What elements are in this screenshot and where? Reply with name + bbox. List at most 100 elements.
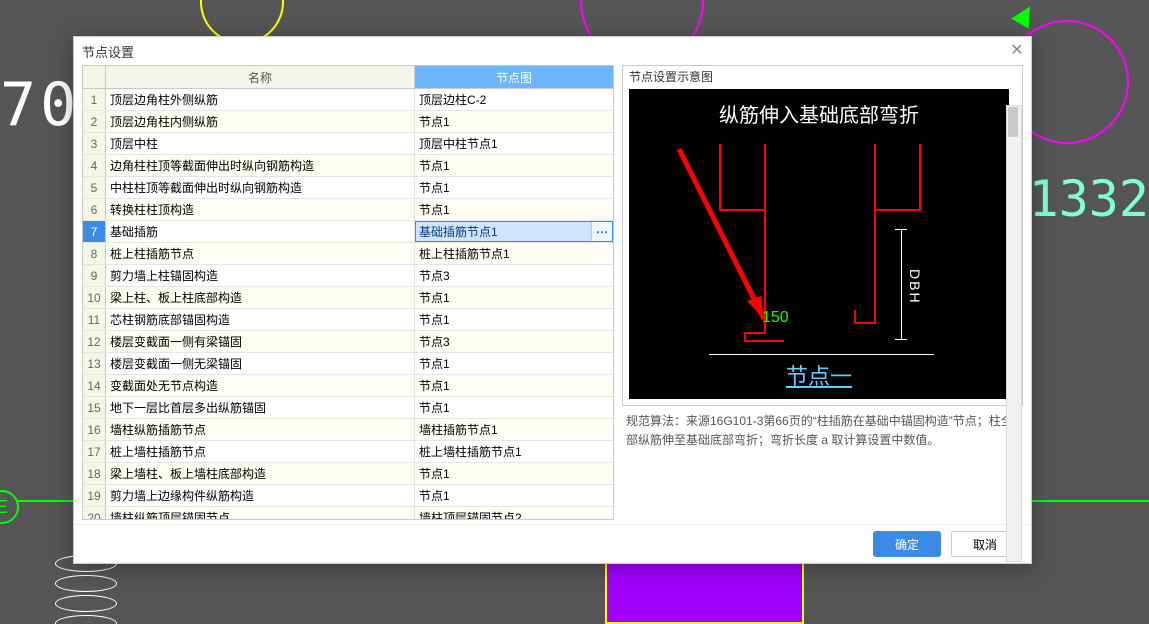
cell-name[interactable]: 梁上柱、板上柱底部构造 — [106, 287, 415, 308]
cell-name[interactable]: 楼层变截面一侧有梁锚固 — [106, 331, 415, 352]
cell-node[interactable]: 节点1 — [415, 309, 613, 330]
table-row[interactable]: 6转换柱柱顶构造节点1 — [83, 199, 613, 221]
diagram-red-line — [876, 209, 921, 211]
cell-node[interactable]: 墙柱插筋节点1 — [415, 419, 613, 440]
cell-name[interactable]: 剪力墙上柱锚固构造 — [106, 265, 415, 286]
cell-node[interactable]: 节点1 — [415, 199, 613, 220]
diagram-red-line — [919, 144, 921, 211]
row-number: 7 — [83, 221, 106, 242]
table-row[interactable]: 1顶层边角柱外侧纵筋顶层边柱C-2 — [83, 89, 613, 111]
cell-name[interactable]: 墙柱纵筋顶层锚固节点 — [106, 507, 415, 519]
cell-node[interactable]: 节点1 — [415, 287, 613, 308]
row-number: 5 — [83, 177, 106, 198]
cell-editor[interactable]: ⋯ — [415, 221, 613, 242]
cell-node[interactable]: 节点1 — [415, 375, 613, 396]
preview-group-title: 节点设置示意图 — [623, 66, 1022, 87]
row-number: 3 — [83, 133, 106, 154]
preview-diagram: 纵筋伸入基础底部弯折 DBH — [629, 89, 1009, 399]
cell-node[interactable]: 节点1 — [415, 111, 613, 132]
cell-name[interactable]: 剪力墙上边缘构件纵筋构造 — [106, 485, 415, 506]
cad-green-arrow-icon — [1011, 1, 1038, 28]
table-row[interactable]: 17桩上墙柱插筋节点桩上墙柱插筋节点1 — [83, 441, 613, 463]
table-row[interactable]: 19剪力墙上边缘构件纵筋构造节点1 — [83, 485, 613, 507]
row-number: 6 — [83, 199, 106, 220]
row-number: 1 — [83, 89, 106, 110]
cell-node[interactable]: ⋯ — [415, 221, 613, 242]
row-number: 18 — [83, 463, 106, 484]
right-pane-scrollbar[interactable] — [1006, 105, 1022, 524]
cell-node[interactable]: 节点3 — [415, 265, 613, 286]
cell-name[interactable]: 转换柱柱顶构造 — [106, 199, 415, 220]
scrollbar-thumb[interactable] — [1008, 107, 1018, 137]
table-row[interactable]: 8桩上柱插筋节点桩上柱插筋节点1 — [83, 243, 613, 265]
cell-name[interactable]: 梁上墙柱、板上墙柱底部构造 — [106, 463, 415, 484]
cell-editor-more-button[interactable]: ⋯ — [591, 222, 612, 241]
dialog-title: 节点设置 — [82, 42, 134, 61]
cell-name[interactable]: 变截面处无节点构造 — [106, 375, 415, 396]
table-row[interactable]: 16墙柱纵筋插筋节点墙柱插筋节点1 — [83, 419, 613, 441]
ok-button[interactable]: 确定 — [873, 531, 941, 557]
row-number: 17 — [83, 441, 106, 462]
row-number: 13 — [83, 353, 106, 374]
table-row[interactable]: 18梁上墙柱、板上墙柱底部构造节点1 — [83, 463, 613, 485]
table-row[interactable]: 3顶层中柱顶层中柱节点1 — [83, 133, 613, 155]
cell-node[interactable]: 顶层中柱节点1 — [415, 133, 613, 154]
cell-name[interactable]: 中柱柱顶等截面伸出时纵向钢筋构造 — [106, 177, 415, 198]
cell-node[interactable]: 桩上柱插筋节点1 — [415, 243, 613, 264]
table-row[interactable]: 2顶层边角柱内侧纵筋节点1 — [83, 111, 613, 133]
cell-name[interactable]: 顶层边角柱内侧纵筋 — [106, 111, 415, 132]
cell-node[interactable]: 节点1 — [415, 155, 613, 176]
row-number: 16 — [83, 419, 106, 440]
cell-name[interactable]: 地下一层比首层多出纵筋锚固 — [106, 397, 415, 418]
row-number: 2 — [83, 111, 106, 132]
cell-name[interactable]: 芯柱钢筋底部锚固构造 — [106, 309, 415, 330]
table-row[interactable]: 14变截面处无节点构造节点1 — [83, 375, 613, 397]
cell-node[interactable]: 节点1 — [415, 177, 613, 198]
row-number: 9 — [83, 265, 106, 286]
cell-node[interactable]: 墙柱顶层锚固节点2 — [415, 507, 613, 519]
col-header-node[interactable]: 节点图 — [415, 66, 613, 88]
table-row[interactable]: 10梁上柱、板上柱底部构造节点1 — [83, 287, 613, 309]
table-row[interactable]: 15地下一层比首层多出纵筋锚固节点1 — [83, 397, 613, 419]
diagram-red-line — [874, 144, 876, 324]
row-number: 10 — [83, 287, 106, 308]
cad-axis-e-bubble: E — [0, 490, 19, 524]
preview-description: 规范算法：来源16G101-3第66页的“柱插筋在基础中锚固构造”节点；柱全部纵… — [622, 406, 1023, 450]
cell-node[interactable]: 节点1 — [415, 485, 613, 506]
diagram-dim-tick — [895, 229, 907, 230]
row-number: 8 — [83, 243, 106, 264]
cell-node[interactable]: 节点3 — [415, 331, 613, 352]
cell-name[interactable]: 桩上柱插筋节点 — [106, 243, 415, 264]
row-number: 20 — [83, 507, 106, 519]
table-row[interactable]: 5中柱柱顶等截面伸出时纵向钢筋构造节点1 — [83, 177, 613, 199]
cell-node[interactable]: 节点1 — [415, 353, 613, 374]
cell-node[interactable]: 顶层边柱C-2 — [415, 89, 613, 110]
preview-group: 节点设置示意图 纵筋伸入基础底部弯折 — [622, 65, 1023, 406]
cell-node[interactable]: 节点1 — [415, 463, 613, 484]
cell-name[interactable]: 楼层变截面一侧无梁锚固 — [106, 353, 415, 374]
row-number: 19 — [83, 485, 106, 506]
cell-name[interactable]: 墙柱纵筋插筋节点 — [106, 419, 415, 440]
cell-editor-input[interactable] — [416, 222, 591, 241]
cell-name[interactable]: 基础插筋 — [106, 221, 415, 242]
row-number: 14 — [83, 375, 106, 396]
table-row[interactable]: 12楼层变截面一侧有梁锚固节点3 — [83, 331, 613, 353]
table-row[interactable]: 4边角柱柱顶等截面伸出时纵向钢筋构造节点1 — [83, 155, 613, 177]
table-row[interactable]: 20墙柱纵筋顶层锚固节点墙柱顶层锚固节点2 — [83, 507, 613, 519]
table-scroll-area[interactable]: 1顶层边角柱外侧纵筋顶层边柱C-22顶层边角柱内侧纵筋节点13顶层中柱顶层中柱节… — [83, 89, 613, 519]
dialog-close-button[interactable]: ✕ — [1009, 43, 1025, 59]
table-row[interactable]: 13楼层变截面一侧无梁锚固节点1 — [83, 353, 613, 375]
table-row[interactable]: 9剪力墙上柱锚固构造节点3 — [83, 265, 613, 287]
table-row[interactable]: 11芯柱钢筋底部锚固构造节点1 — [83, 309, 613, 331]
cell-name[interactable]: 顶层边角柱外侧纵筋 — [106, 89, 415, 110]
diagram-dbh-label: DBH — [907, 269, 923, 305]
table-row[interactable]: 7基础插筋 ⋯ — [83, 221, 613, 243]
cell-node[interactable]: 桩上墙柱插筋节点1 — [415, 441, 613, 462]
col-header-name[interactable]: 名称 — [106, 66, 415, 88]
cell-name[interactable]: 边角柱柱顶等截面伸出时纵向钢筋构造 — [106, 155, 415, 176]
cad-ellipse-3 — [55, 595, 117, 612]
diagram-red-line — [854, 322, 876, 324]
cell-node[interactable]: 节点1 — [415, 397, 613, 418]
cell-name[interactable]: 桩上墙柱插筋节点 — [106, 441, 415, 462]
cell-name[interactable]: 顶层中柱 — [106, 133, 415, 154]
